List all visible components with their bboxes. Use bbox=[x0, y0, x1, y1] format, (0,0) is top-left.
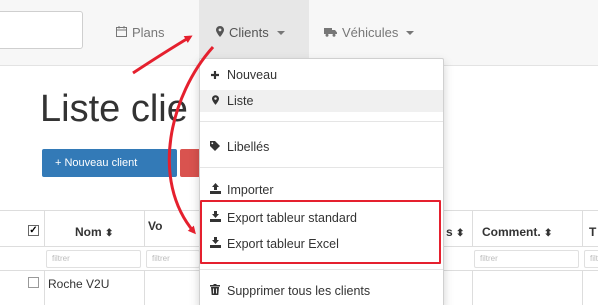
truck-icon bbox=[324, 1, 337, 65]
column-header-s[interactable]: s ⬍ bbox=[446, 211, 464, 247]
sort-icon: ⬍ bbox=[105, 228, 114, 239]
map-marker-icon bbox=[216, 1, 224, 65]
menu-item-list[interactable]: Liste bbox=[200, 90, 443, 112]
new-client-button-label: Nouveau client bbox=[64, 157, 138, 169]
nav-vehicles-dropdown-toggle[interactable]: Véhicules bbox=[324, 0, 415, 66]
column-header-s-label: s bbox=[446, 225, 453, 239]
map-marker-icon bbox=[209, 94, 221, 108]
filter-input-name[interactable]: filtrer bbox=[46, 250, 141, 268]
column-header-last[interactable]: T bbox=[589, 211, 596, 247]
menu-item-label: Nouveau bbox=[227, 68, 278, 82]
chevron-down-icon bbox=[276, 31, 285, 35]
chevron-down-icon bbox=[406, 31, 415, 35]
nav-clients-label: Clients bbox=[229, 25, 269, 40]
page-title: Liste clie bbox=[40, 88, 188, 130]
plus-icon: ✚ bbox=[210, 69, 220, 82]
menu-item-new[interactable]: ✚ Nouveau bbox=[200, 64, 443, 86]
menu-item-labels[interactable]: Libellés bbox=[200, 136, 443, 158]
app-window: Plans Clients Véhicules Liste clie + Nou… bbox=[0, 0, 598, 305]
nav-plans-label: Plans bbox=[132, 25, 165, 40]
column-header-voiture[interactable]: Vo bbox=[148, 211, 162, 247]
sort-icon: ⬍ bbox=[456, 228, 465, 239]
filter-input-last[interactable]: filtrer bbox=[584, 250, 598, 268]
menu-item-import[interactable]: Importer bbox=[200, 179, 443, 201]
nav-vehicles-label: Véhicules bbox=[342, 25, 399, 40]
upload-icon bbox=[209, 183, 221, 197]
column-header-comment[interactable]: Comment. ⬍ bbox=[482, 211, 552, 247]
clients-dropdown-menu: ✚ Nouveau Liste Libellés Importer Export… bbox=[199, 58, 444, 305]
menu-divider bbox=[200, 269, 443, 270]
top-navbar: Plans Clients Véhicules bbox=[0, 0, 598, 66]
filter-input-voiture[interactable]: filtrer bbox=[146, 250, 200, 268]
menu-divider bbox=[200, 121, 443, 122]
sort-icon: ⬍ bbox=[544, 228, 553, 239]
annotation-highlight-box bbox=[200, 200, 441, 264]
menu-item-label: Libellés bbox=[227, 140, 270, 154]
nav-clients-dropdown-toggle[interactable]: Clients bbox=[199, 0, 309, 66]
tags-icon bbox=[209, 140, 221, 154]
navbar-search-input[interactable] bbox=[0, 11, 83, 49]
row-checkbox[interactable] bbox=[28, 277, 39, 288]
menu-item-label: Supprimer tous les clients bbox=[227, 284, 371, 298]
menu-divider bbox=[200, 167, 443, 168]
filter-input-comment[interactable]: filtrer bbox=[474, 250, 579, 268]
calendar-icon bbox=[116, 1, 127, 65]
menu-item-label: Liste bbox=[227, 94, 254, 108]
cell-client-name[interactable]: Roche V2U bbox=[48, 277, 109, 291]
menu-item-label: Importer bbox=[227, 183, 274, 197]
select-all-checkbox[interactable]: ✓ bbox=[28, 225, 39, 236]
menu-item-delete-all[interactable]: Supprimer tous les clients bbox=[200, 280, 443, 302]
column-header-name-label: Nom bbox=[75, 225, 102, 239]
column-header-name[interactable]: Nom ⬍ bbox=[75, 211, 113, 247]
new-client-button[interactable]: + Nouveau client bbox=[42, 149, 177, 177]
nav-plans[interactable]: Plans bbox=[116, 0, 165, 66]
trash-icon bbox=[209, 284, 221, 298]
column-header-comment-label: Comment. bbox=[482, 225, 541, 239]
